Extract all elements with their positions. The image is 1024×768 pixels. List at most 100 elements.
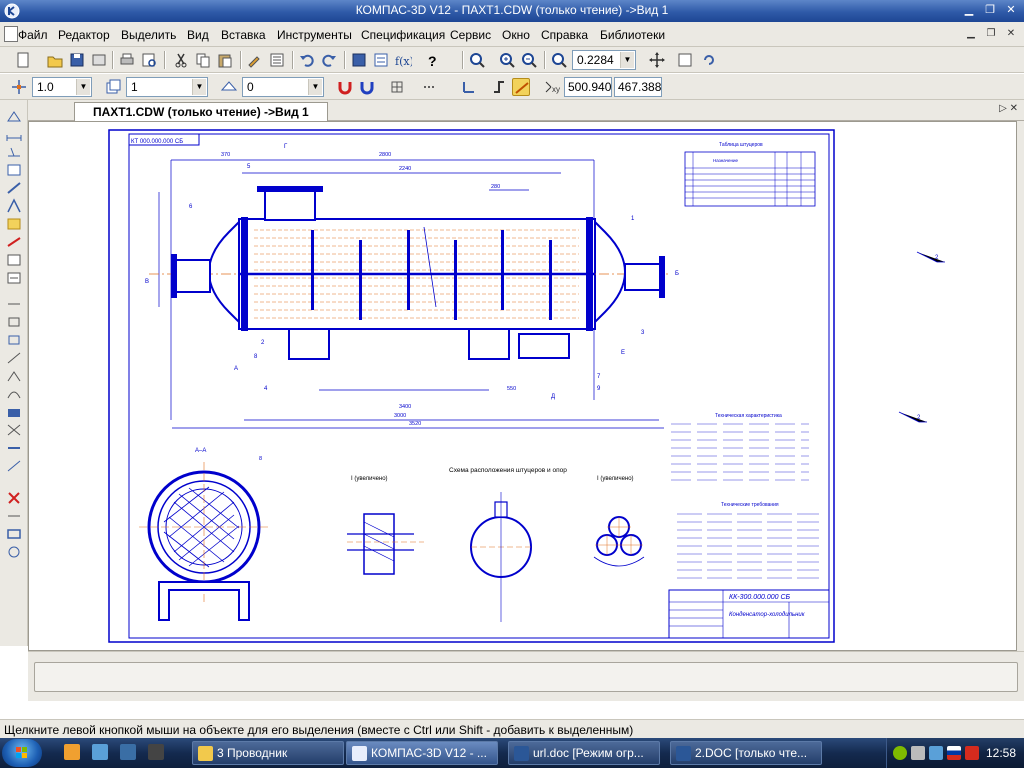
cut-icon[interactable] [172,51,190,69]
open-folder-icon[interactable] [46,51,64,69]
deform-icon[interactable] [5,386,23,402]
drawing-canvas[interactable]: КТ 000.000.000 СБ 2800 2240 3000 3400 35… [28,121,1017,651]
clear-icon[interactable] [5,508,23,524]
wifi-icon[interactable] [929,746,943,760]
explorer-icon[interactable] [92,744,108,760]
chevron-down-icon[interactable]: ▼ [308,79,322,95]
state-combo[interactable]: 0 ▼ [242,77,324,97]
global-snap-icon[interactable] [358,78,376,96]
doc-restore-button[interactable]: ❐ [983,26,999,41]
local-cs-icon[interactable] [460,78,478,96]
group-icon[interactable] [5,544,23,560]
help-icon[interactable]: ? [424,51,442,69]
scale-icon[interactable] [5,350,23,366]
clock[interactable]: 12:58 [986,746,1016,760]
insert-icon[interactable] [5,270,23,286]
chevron-down-icon[interactable]: ▼ [620,52,634,68]
grid-icon[interactable] [388,78,406,96]
task-explorer[interactable]: 3 Проводник [192,741,344,765]
break-icon[interactable] [5,440,23,456]
coord-y-field[interactable]: 467.388 [614,77,662,97]
refresh-view-icon[interactable] [676,51,694,69]
chevron-down-icon[interactable]: ▼ [192,79,206,95]
action-center-icon[interactable] [965,746,979,760]
task-url-doc[interactable]: url.doc [Режим огр... [508,741,660,765]
menu-service[interactable]: Сервис [450,28,491,42]
coordinates-icon[interactable]: xy [542,78,560,96]
network-icon[interactable] [893,746,907,760]
paste-icon[interactable] [216,51,234,69]
start-button[interactable] [2,739,42,767]
extend-icon[interactable] [5,458,23,474]
list-icon[interactable] [268,51,286,69]
symbols-icon[interactable] [5,144,23,160]
mirror-icon[interactable] [5,368,23,384]
spec-icon[interactable] [5,234,23,250]
delete-icon[interactable] [5,490,23,506]
save-icon[interactable] [68,51,86,69]
state-icon[interactable] [220,78,238,96]
chevron-down-icon[interactable]: ▼ [76,79,90,95]
properties-icon[interactable] [90,51,108,69]
volume-icon[interactable] [911,746,925,760]
doc-minimize-button[interactable]: ▁ [963,26,979,41]
preview-icon[interactable] [140,51,158,69]
report-icon[interactable] [5,252,23,268]
grid-settings-icon[interactable] [420,78,438,96]
variables-icon[interactable] [372,51,390,69]
menu-specification[interactable]: Спецификация [361,28,445,42]
menu-tools[interactable]: Инструменты [277,28,352,42]
zoom-frame-icon[interactable] [468,51,486,69]
dimensions-icon[interactable] [5,126,23,142]
zoom-in-icon[interactable] [498,51,516,69]
copy-icon[interactable] [194,51,212,69]
menu-libraries[interactable]: Библиотеки [600,28,665,42]
property-panel-field[interactable] [34,662,1018,692]
line-scale-combo[interactable]: 1.0 ▼ [32,77,92,97]
print-icon[interactable] [118,51,136,69]
layer-combo[interactable]: 1 ▼ [126,77,208,97]
copy-shape-icon[interactable] [5,404,23,420]
minimize-button[interactable]: ▁ [960,3,978,18]
restore-button[interactable]: ❐ [981,3,999,18]
trim-icon[interactable] [5,422,23,438]
menu-file[interactable]: Файл [18,28,48,42]
close-button[interactable]: ✕ [1002,3,1020,18]
desktop-icon[interactable] [120,744,136,760]
redo-icon[interactable] [320,51,338,69]
move-icon[interactable] [5,314,23,330]
app-quicklaunch-icon[interactable] [148,744,164,760]
parametrization-icon[interactable] [5,180,23,196]
menu-editor[interactable]: Редактор [58,28,110,42]
tab-pakht1[interactable]: ПАХТ1.CDW (только чтение) ->Вид 1 [74,102,328,121]
layer-icon[interactable] [104,78,122,96]
grid-snap-icon[interactable] [10,78,28,96]
function-icon[interactable]: f(x) [394,51,412,69]
format-brush-icon[interactable] [246,51,264,69]
document-icon[interactable] [4,26,18,42]
menu-window[interactable]: Окно [502,28,530,42]
rotate-icon[interactable] [5,332,23,348]
zoom-scale-icon[interactable] [550,51,568,69]
vertical-scrollbar[interactable] [1017,121,1024,651]
redraw-icon[interactable] [700,51,718,69]
snap-magnet-icon[interactable] [336,78,354,96]
pan-icon[interactable] [648,51,666,69]
tab-scroll-arrows[interactable]: ▷ ✕ [999,103,1018,114]
menu-insert[interactable]: Вставка [221,28,266,42]
geometry-icon[interactable] [5,108,23,124]
menu-help[interactable]: Справка [541,28,588,42]
task-2-doc[interactable]: 2.DOC [только чте... [670,741,822,765]
manager-icon[interactable] [350,51,368,69]
language-flag-icon[interactable] [947,746,961,760]
undo-icon[interactable] [298,51,316,69]
menu-select[interactable]: Выделить [121,28,176,42]
doc-close-button[interactable]: ✕ [1003,26,1019,41]
edit-icon[interactable] [5,162,23,178]
select-icon[interactable] [5,216,23,232]
task-kompas[interactable]: КОМПАС-3D V12 - ... [346,741,498,765]
menu-view[interactable]: Вид [187,28,209,42]
round-icon[interactable] [512,78,530,96]
zoom-combo[interactable]: 0.2284 ▼ [572,50,636,70]
fragment-icon[interactable] [5,296,23,312]
